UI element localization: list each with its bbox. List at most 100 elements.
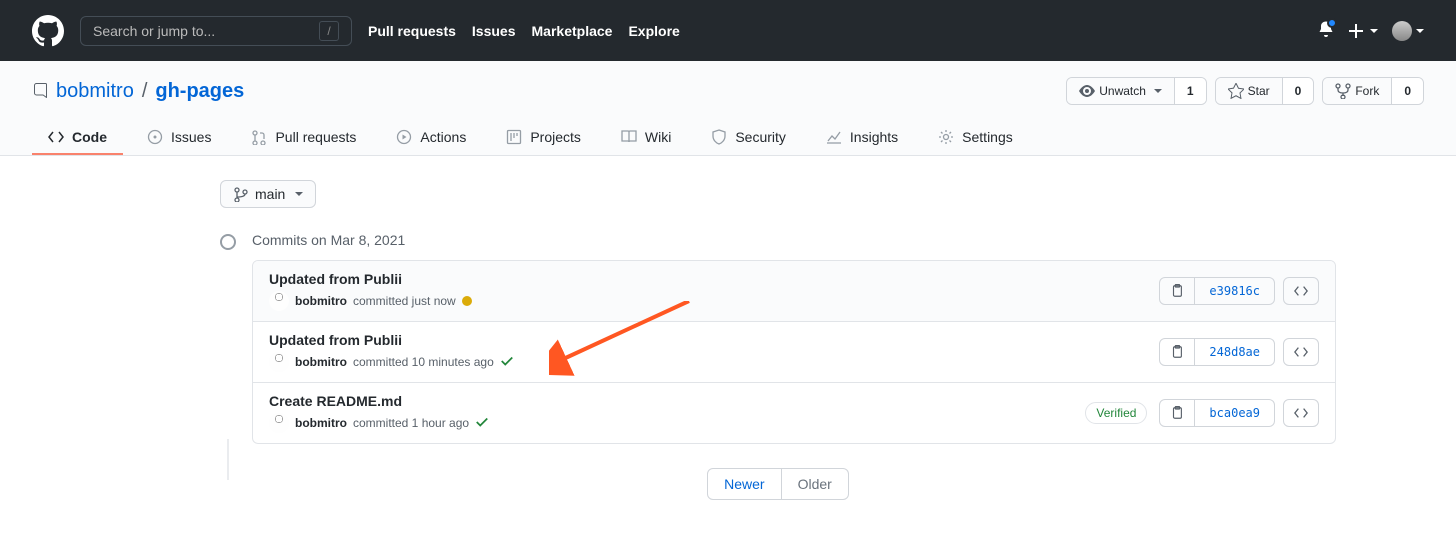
shield-icon [711,129,727,145]
avatar-icon[interactable] [269,413,289,433]
tab-actions[interactable]: Actions [380,121,482,155]
nav-explore[interactable]: Explore [628,23,679,39]
tab-issues[interactable]: Issues [131,121,227,155]
commit-author[interactable]: bobmitro [295,355,347,369]
nav-pulls[interactable]: Pull requests [368,23,456,39]
sha-group: e39816c [1159,277,1275,305]
timeline-line [227,439,229,480]
star-icon [1228,83,1244,99]
sha-group: 248d8ae [1159,338,1275,366]
header-nav: Pull requests Issues Marketplace Explore [368,23,680,39]
repo-title: bobmitro / gh-pages [32,80,244,103]
repo-actions: Unwatch 1 Star 0 Fork 0 [1066,77,1424,105]
verified-badge[interactable]: Verified [1085,402,1147,424]
commit-sha-link[interactable]: 248d8ae [1195,339,1274,365]
commit-author[interactable]: bobmitro [295,294,347,308]
tab-label: Insights [850,129,898,145]
main-content: main Commits on Mar 8, 2021 Updated from… [120,156,1336,540]
watch-count[interactable]: 1 [1175,78,1206,104]
status-success-icon[interactable] [475,415,489,432]
commit-title[interactable]: Updated from Publii [269,332,1159,348]
commit-row: Updated from Publii bobmitro committed 1… [253,322,1335,383]
commit-author[interactable]: bobmitro [295,416,347,430]
notifications-button[interactable] [1318,21,1334,40]
search-input[interactable] [93,23,319,39]
user-menu[interactable] [1392,21,1424,41]
repo-owner-link[interactable]: bobmitro [56,80,134,103]
watch-label: Unwatch [1099,84,1146,98]
branch-icon [233,186,249,202]
branch-selector[interactable]: main [220,180,316,208]
copy-sha-button[interactable] [1160,339,1195,365]
nav-marketplace[interactable]: Marketplace [532,23,613,39]
avatar-icon[interactable] [269,291,289,311]
star-count[interactable]: 0 [1283,78,1314,104]
gear-icon [938,129,954,145]
older-button: Older [782,468,849,500]
avatar-icon[interactable] [269,352,289,372]
star-button[interactable]: Star 0 [1215,77,1315,105]
fork-count[interactable]: 0 [1392,78,1423,104]
issue-icon [147,129,163,145]
github-logo-icon[interactable] [32,15,64,47]
search-box[interactable]: / [80,16,352,46]
path-separator: / [142,80,148,103]
clipboard-icon [1170,345,1184,359]
tab-label: Projects [530,129,581,145]
status-pending-icon[interactable] [462,296,472,306]
tab-label: Actions [420,129,466,145]
pagination: Newer Older [220,468,1336,500]
caret-down-icon [1370,29,1378,33]
newer-button[interactable]: Newer [707,468,781,500]
commit-sha-link[interactable]: bca0ea9 [1195,400,1274,426]
commit-title[interactable]: Updated from Publii [269,271,1159,287]
tab-wiki[interactable]: Wiki [605,121,687,155]
browse-code-button[interactable] [1283,399,1319,427]
tab-code[interactable]: Code [32,121,123,155]
caret-down-icon [1416,29,1424,33]
header-right [1318,21,1424,41]
commits-day-heading: Commits on Mar 8, 2021 [220,232,1336,248]
commit-list: Updated from Publii bobmitro committed j… [252,260,1336,444]
repo-name-link[interactable]: gh-pages [155,80,244,103]
caret-down-icon [1154,89,1162,93]
graph-icon [826,129,842,145]
tab-prs[interactable]: Pull requests [235,121,372,155]
clipboard-icon [1170,406,1184,420]
plus-icon [1348,23,1364,39]
nav-issues[interactable]: Issues [472,23,516,39]
play-icon [396,129,412,145]
copy-sha-button[interactable] [1160,400,1195,426]
tab-label: Code [72,129,107,145]
watch-button[interactable]: Unwatch 1 [1066,77,1206,105]
browse-code-button[interactable] [1283,277,1319,305]
repo-tabs: Code Issues Pull requests Actions Projec… [32,121,1424,155]
tab-security[interactable]: Security [695,121,802,155]
commit-time: committed 1 hour ago [353,416,469,430]
status-success-icon[interactable] [500,354,514,371]
star-label: Star [1248,84,1270,98]
tab-insights[interactable]: Insights [810,121,914,155]
copy-sha-button[interactable] [1160,278,1195,304]
tab-label: Settings [962,129,1013,145]
sha-group: bca0ea9 [1159,399,1275,427]
commit-time: committed just now [353,294,456,308]
tab-settings[interactable]: Settings [922,121,1029,155]
browse-code-button[interactable] [1283,338,1319,366]
fork-button[interactable]: Fork 0 [1322,77,1424,105]
tab-projects[interactable]: Projects [490,121,597,155]
commit-time: committed 10 minutes ago [353,355,494,369]
slash-shortcut-icon: / [319,21,339,41]
avatar-icon [1392,21,1412,41]
caret-down-icon [295,192,303,196]
create-new-menu[interactable] [1348,23,1378,39]
global-header: / Pull requests Issues Marketplace Explo… [0,0,1456,61]
repo-header: bobmitro / gh-pages Unwatch 1 Star 0 [0,61,1456,156]
clipboard-icon [1170,284,1184,298]
fork-label: Fork [1355,84,1379,98]
code-icon [48,129,64,145]
commit-title[interactable]: Create README.md [269,393,1085,409]
tab-label: Pull requests [275,129,356,145]
commit-row: Create README.md bobmitro committed 1 ho… [253,383,1335,443]
commit-sha-link[interactable]: e39816c [1195,278,1274,304]
